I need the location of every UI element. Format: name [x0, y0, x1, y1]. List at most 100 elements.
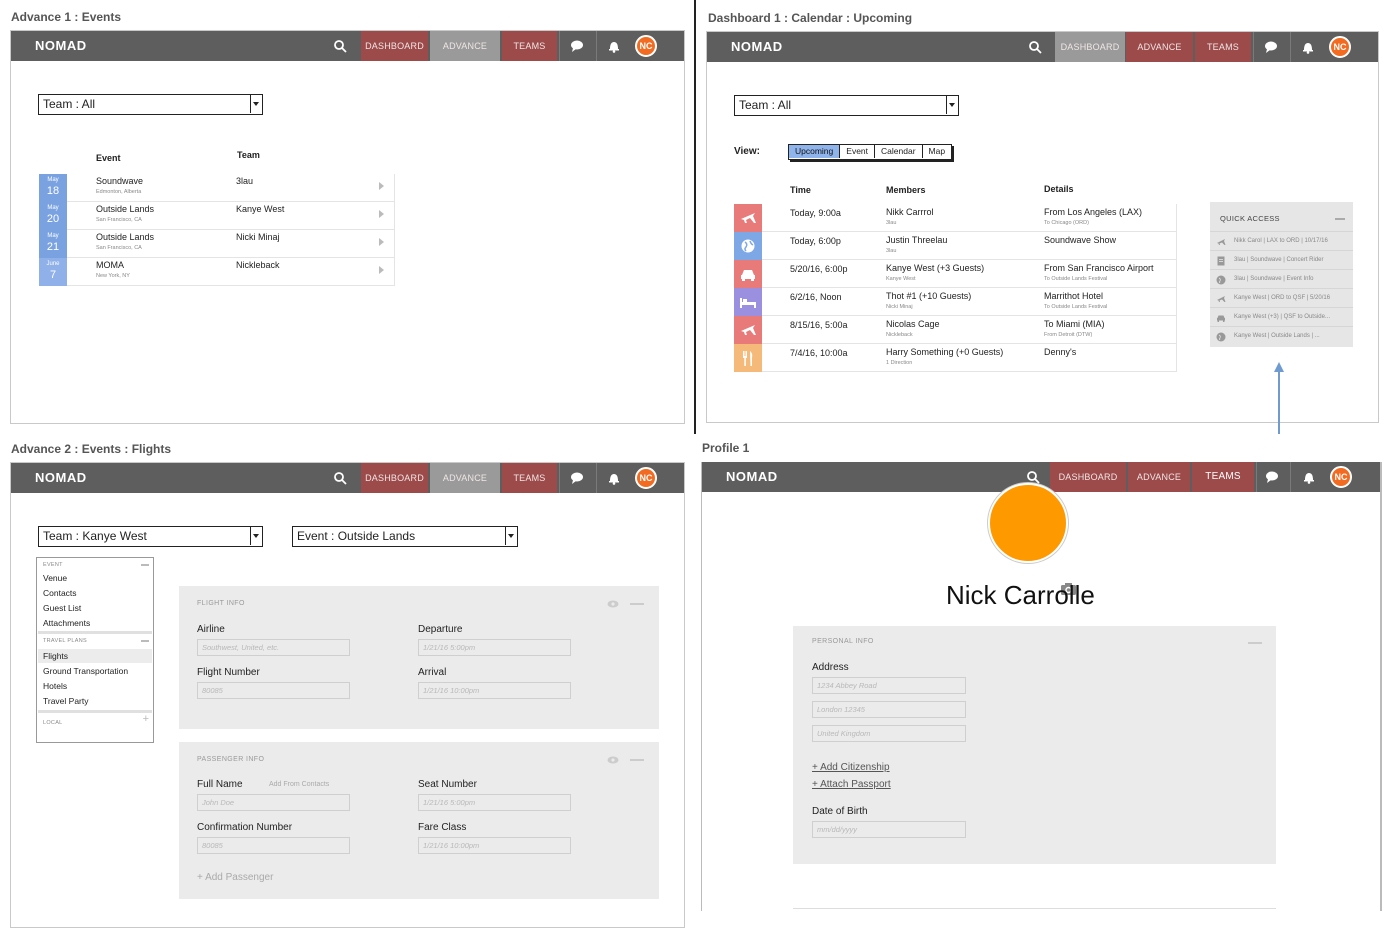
collapse-icon[interactable] [141, 564, 149, 566]
search-icon[interactable] [333, 471, 347, 485]
airline-input[interactable]: Southwest, United, etc. [197, 639, 350, 656]
tab-dashboard[interactable]: DASHBOARD [1050, 462, 1126, 492]
logo[interactable]: NOMAD [731, 39, 783, 54]
add-from-contacts-link[interactable]: Add From Contacts [269, 781, 329, 788]
tab-teams[interactable]: TEAMS [1192, 462, 1254, 492]
view-calendar[interactable]: Calendar [875, 145, 923, 158]
nav-heading-event: EVENT [43, 562, 63, 568]
chevron-right-icon[interactable] [379, 210, 384, 218]
fare-class-input[interactable]: 1/21/16 10:00pm [418, 837, 571, 854]
address-line3-input[interactable]: United Kingdom [812, 725, 966, 742]
seat-number-input[interactable]: 1/21/16 5:00pm [418, 794, 571, 811]
team-select[interactable]: Team : Kanye West [38, 526, 263, 547]
add-citizenship-link[interactable]: + Add Citizenship [812, 762, 890, 773]
logo[interactable]: NOMAD [726, 469, 778, 484]
nav-item-ground-transportation[interactable]: Ground Transportation [43, 666, 128, 676]
nav-item-travel-party[interactable]: Travel Party [43, 696, 89, 706]
upcoming-row[interactable]: 6/2/16, Noon Thot #1 (+10 Guests) Nicki … [734, 288, 1177, 316]
event-select[interactable]: Event : Outside Lands [292, 526, 518, 547]
event-row[interactable]: May 18 Soundwave Edmonton, Alberta 3lau [39, 174, 395, 202]
avatar[interactable]: NC [1329, 36, 1351, 58]
attach-passport-link[interactable]: + Attach Passport [812, 779, 891, 790]
nav-item-guest-list[interactable]: Guest List [43, 603, 81, 613]
nav-item-flights[interactable]: Flights [43, 651, 68, 661]
flight-info-panel: FLIGHT INFO Airline Southwest, United, e… [179, 586, 659, 729]
upcoming-row[interactable]: Today, 6:00p Justin Threelau 3lau Soundw… [734, 232, 1177, 260]
address-line1-input[interactable]: 1234 Abbey Road [812, 677, 966, 694]
upcoming-row[interactable]: Today, 9:00a Nikk Carrrol 3lau From Los … [734, 204, 1177, 232]
quick-access-item[interactable]: 3lau | Soundwave | Event Info [1210, 269, 1353, 288]
tab-dashboard[interactable]: DASHBOARD [361, 31, 428, 61]
chat-icon[interactable] [569, 38, 585, 54]
event-row[interactable]: May 21 Outside Lands San Francisco, CA Ni… [39, 230, 395, 258]
bell-icon[interactable] [606, 38, 622, 54]
event-row[interactable]: June 7 MOMA New York, NY Nickleback [39, 258, 395, 286]
nav-item-venue[interactable]: Venue [43, 573, 67, 583]
bell-icon[interactable] [606, 470, 622, 486]
departure-input[interactable]: 1/21/16 5:00pm [418, 639, 571, 656]
chat-icon[interactable] [1264, 469, 1280, 485]
screen-caption: Advance 1 : Events [11, 10, 122, 24]
arrival-input[interactable]: 1/21/16 10:00pm [418, 682, 571, 699]
tab-dashboard[interactable]: DASHBOARD [1055, 32, 1125, 62]
view-upcoming[interactable]: Upcoming [789, 145, 841, 158]
profile-photo[interactable] [988, 483, 1068, 563]
eye-icon[interactable] [607, 756, 619, 764]
logo[interactable]: NOMAD [35, 470, 87, 485]
logo[interactable]: NOMAD [35, 38, 87, 53]
bell-icon[interactable] [1301, 469, 1317, 485]
tab-advance[interactable]: ADVANCE [430, 31, 500, 61]
avatar[interactable]: NC [635, 35, 657, 57]
team-select[interactable]: Team : All [38, 94, 263, 115]
avatar[interactable]: NC [635, 467, 657, 489]
upcoming-row[interactable]: 8/15/16, 5:00a Nicolas Cage Nickleback T… [734, 316, 1177, 344]
tab-advance[interactable]: ADVANCE [1128, 462, 1190, 492]
panel-title: FLIGHT INFO [197, 600, 245, 607]
tab-advance[interactable]: ADVANCE [1126, 32, 1193, 62]
chevron-right-icon[interactable] [379, 266, 384, 274]
quick-access-item[interactable]: Kanye West | Outside Lands | ... [1210, 326, 1353, 345]
minimize-icon[interactable] [630, 759, 644, 761]
search-icon[interactable] [333, 39, 347, 53]
chat-icon[interactable] [1263, 39, 1279, 55]
full-name-input[interactable]: John Doe [197, 794, 350, 811]
nav-item-contacts[interactable]: Contacts [43, 588, 77, 598]
add-passenger-link[interactable]: + Add Passenger [197, 872, 273, 883]
eye-icon[interactable] [607, 600, 619, 608]
quick-access-item[interactable]: Kanye West (+3) | QSF to Outside... [1210, 307, 1353, 326]
column-header-team: Team [237, 150, 260, 160]
quick-access-item[interactable]: 3lau | Soundwave | Concert Rider [1210, 250, 1353, 269]
view-event[interactable]: Event [840, 145, 876, 158]
minimize-icon[interactable] [630, 603, 644, 605]
upcoming-row[interactable]: 7/4/16, 10:00a Harry Something (+0 Guest… [734, 344, 1177, 372]
search-icon[interactable] [1028, 40, 1042, 54]
avatar[interactable]: NC [1330, 466, 1352, 488]
team-select[interactable]: Team : All [734, 95, 959, 116]
nav-item-hotels[interactable]: Hotels [43, 681, 67, 691]
collapse-icon[interactable] [141, 640, 149, 642]
flight-number-input[interactable]: 80085 [197, 682, 350, 699]
nav-item-attachments[interactable]: Attachments [43, 618, 90, 628]
bell-icon[interactable] [1300, 39, 1316, 55]
quick-access-item[interactable]: Kanye West | ORD to QSF | 5/20/16 [1210, 288, 1353, 307]
date-month: May [47, 177, 59, 183]
tab-teams[interactable]: TEAMS [1195, 32, 1251, 62]
tab-teams[interactable]: TEAMS [502, 463, 557, 493]
event-row[interactable]: May 20 Outside Lands San Francisco, CA Ka… [39, 202, 395, 230]
address-line2-input[interactable]: London 12345 [812, 701, 966, 718]
quick-access-item[interactable]: Nikk Carol | LAX to ORD | 10/17/16 [1210, 231, 1353, 250]
chevron-right-icon[interactable] [379, 182, 384, 190]
confirmation-number-input[interactable]: 80085 [197, 837, 350, 854]
tab-dashboard[interactable]: DASHBOARD [361, 463, 428, 493]
plus-icon[interactable]: + [143, 713, 149, 725]
chevron-right-icon[interactable] [379, 238, 384, 246]
minimize-icon[interactable] [1248, 642, 1262, 644]
dob-input[interactable]: mm/dd/yyyy [812, 821, 966, 838]
chat-icon[interactable] [569, 470, 585, 486]
minimize-icon[interactable] [1335, 218, 1345, 220]
upcoming-row[interactable]: 5/20/16, 6:00p Kanye West (+3 Guests) Ka… [734, 260, 1177, 288]
search-icon[interactable] [1026, 470, 1040, 484]
tab-teams[interactable]: TEAMS [502, 31, 557, 61]
view-map[interactable]: Map [923, 145, 952, 158]
tab-advance[interactable]: ADVANCE [430, 463, 500, 493]
